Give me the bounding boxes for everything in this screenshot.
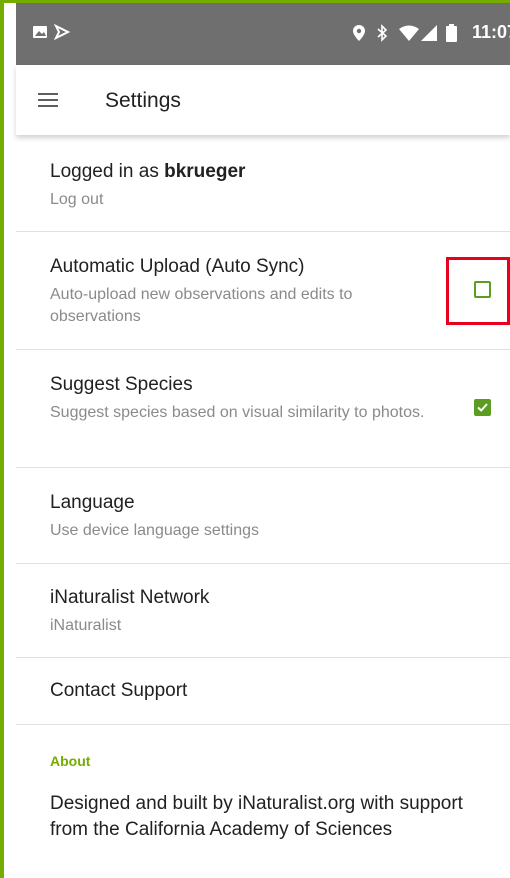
suggest-species-row[interactable]: Suggest Species Suggest species based on… <box>16 350 510 468</box>
network-row[interactable]: iNaturalist Network iNaturalist <box>16 564 510 658</box>
language-subtitle: Use device language settings <box>50 522 260 539</box>
logged-in-label: Logged in as bkrueger <box>50 161 245 183</box>
auto-upload-row[interactable]: Automatic Upload (Auto Sync) Auto-upload… <box>16 232 510 350</box>
language-row[interactable]: Language Use device language settings <box>16 468 510 564</box>
battery-icon <box>446 24 457 42</box>
app-bar: Settings <box>16 65 510 135</box>
left-edge-accent <box>0 0 4 878</box>
suggest-species-subtitle: Suggest species based on visual similari… <box>50 404 425 421</box>
wifi-icon <box>399 25 419 41</box>
bluetooth-icon <box>377 24 388 42</box>
checkmark-icon <box>477 403 488 412</box>
location-icon <box>353 25 365 41</box>
status-bar: 11:07 <box>16 3 510 65</box>
username: bkrueger <box>164 161 246 182</box>
highlight-box <box>446 257 510 325</box>
page-title: Settings <box>105 89 181 112</box>
network-title: iNaturalist Network <box>50 587 210 608</box>
hamburger-menu-icon[interactable] <box>38 93 58 107</box>
network-subtitle: iNaturalist <box>50 617 122 634</box>
status-time: 11:07 <box>472 22 510 42</box>
gallery-icon <box>33 26 47 38</box>
cast-icon <box>54 24 70 40</box>
signal-icon <box>421 25 437 41</box>
about-text: Designed and built by iNaturalist.org wi… <box>50 793 463 840</box>
contact-support-row[interactable]: Contact Support <box>16 658 510 725</box>
auto-upload-title: Automatic Upload (Auto Sync) <box>50 256 305 277</box>
account-row: Logged in as bkrueger Log out <box>16 135 510 232</box>
suggest-species-checkbox[interactable] <box>474 399 491 416</box>
logged-in-prefix: Logged in as <box>50 161 165 182</box>
auto-upload-subtitle: Auto-upload new observations and edits t… <box>50 286 353 325</box>
about-header: About <box>50 753 91 769</box>
contact-support-title: Contact Support <box>50 680 188 701</box>
logout-link[interactable]: Log out <box>50 189 440 211</box>
suggest-species-title: Suggest Species <box>50 374 193 395</box>
language-title: Language <box>50 492 135 513</box>
